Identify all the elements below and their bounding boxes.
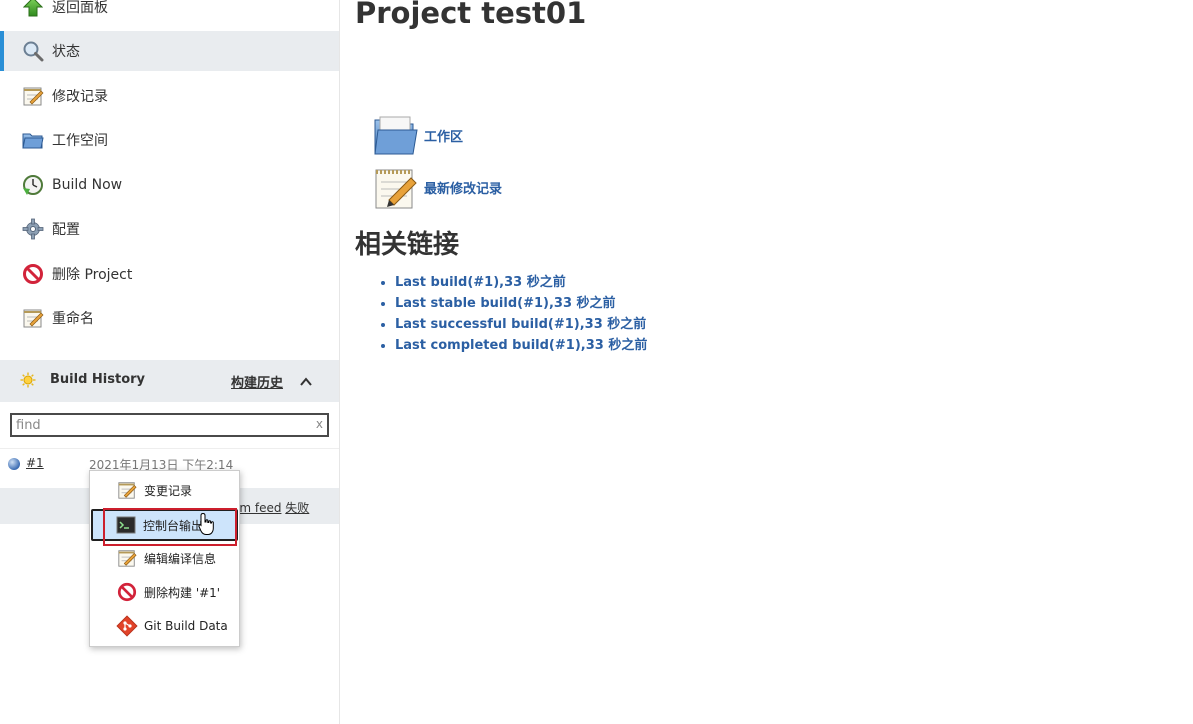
task-label: 修改记录 bbox=[52, 89, 108, 105]
no-entry-icon bbox=[116, 581, 138, 603]
task-workspace[interactable]: 工作空间 bbox=[0, 120, 339, 160]
menu-item-label: 变更记录 bbox=[144, 483, 193, 498]
task-label: 状态 bbox=[52, 44, 80, 60]
notepad-icon bbox=[20, 83, 46, 109]
clock-icon bbox=[20, 172, 46, 198]
menu-item-git-build-data[interactable]: Git Build Data bbox=[92, 611, 237, 641]
notepad-icon bbox=[20, 305, 46, 331]
list-item: Last stable build(#1),33 秒之前 bbox=[395, 293, 647, 314]
build-trend-link[interactable]: 构建历史 bbox=[231, 372, 283, 391]
menu-item-label: Git Build Data bbox=[144, 619, 228, 633]
permalink-last-stable-build[interactable]: Last stable build(#1),33 秒之前 bbox=[395, 296, 616, 311]
menu-item-changes[interactable]: 变更记录 bbox=[92, 475, 237, 505]
permalinks-list: Last build(#1),33 秒之前 Last stable build(… bbox=[377, 272, 647, 356]
task-delete-project[interactable]: 删除 Project bbox=[0, 254, 339, 294]
annotation-highlight-box bbox=[103, 508, 237, 546]
menu-item-edit-build-info[interactable]: 编辑编译信息 bbox=[92, 543, 237, 573]
chevron-up-icon[interactable] bbox=[299, 373, 313, 392]
task-label: 返回面板 bbox=[52, 0, 108, 16]
gear-icon bbox=[20, 216, 46, 242]
menu-item-label: 删除构建 '#1' bbox=[144, 585, 221, 600]
task-rename[interactable]: 重命名 bbox=[0, 298, 339, 338]
feed-links: om feed 失败 bbox=[232, 499, 309, 516]
recent-changes-link[interactable]: 最新修改记录 bbox=[373, 164, 502, 210]
build-search-input[interactable] bbox=[16, 417, 306, 433]
menu-item-label: 编辑编译信息 bbox=[144, 551, 217, 566]
workspace-link[interactable]: 工作区 bbox=[373, 112, 463, 158]
page-title: Project test01 bbox=[355, 0, 587, 30]
task-back-to-dashboard[interactable]: 返回面板 bbox=[0, 0, 339, 27]
notepad-icon bbox=[116, 547, 138, 569]
git-icon bbox=[116, 615, 138, 637]
task-build-now[interactable]: Build Now bbox=[0, 165, 339, 205]
build-number-link[interactable]: #1 bbox=[26, 456, 44, 470]
task-changes[interactable]: 修改记录 bbox=[0, 76, 339, 116]
folder-icon bbox=[373, 112, 419, 158]
permalink-last-build[interactable]: Last build(#1),33 秒之前 bbox=[395, 275, 566, 290]
task-configure[interactable]: 配置 bbox=[0, 209, 339, 249]
build-search-box: x bbox=[10, 413, 329, 437]
permalink-last-completed-build[interactable]: Last completed build(#1),33 秒之前 bbox=[395, 338, 647, 353]
link-label: 最新修改记录 bbox=[424, 181, 503, 197]
feed-failed-link[interactable]: 失败 bbox=[285, 501, 309, 515]
no-entry-icon bbox=[20, 261, 46, 287]
list-item: Last successful build(#1),33 秒之前 bbox=[395, 314, 647, 335]
task-label: 工作空间 bbox=[52, 133, 108, 149]
build-context-menu: 变更记录 控制台输出 编辑编译信息 删除构建 '#1' Git Build Da… bbox=[89, 470, 240, 647]
clear-search-icon[interactable]: x bbox=[316, 417, 323, 431]
link-label: 工作区 bbox=[424, 129, 464, 145]
task-label: 重命名 bbox=[52, 311, 94, 327]
permalinks-heading: 相关链接 bbox=[355, 230, 460, 260]
task-status[interactable]: 状态 bbox=[0, 31, 339, 71]
magnifier-icon bbox=[20, 38, 46, 64]
sun-icon bbox=[20, 372, 36, 392]
build-history-title: Build History bbox=[50, 372, 146, 387]
list-item: Last build(#1),33 秒之前 bbox=[395, 272, 647, 293]
permalink-last-successful-build[interactable]: Last successful build(#1),33 秒之前 bbox=[395, 317, 646, 332]
notepad-icon bbox=[373, 164, 419, 210]
menu-item-delete-build[interactable]: 删除构建 '#1' bbox=[92, 577, 237, 607]
list-item: Last completed build(#1),33 秒之前 bbox=[395, 335, 647, 356]
hand-cursor-icon bbox=[198, 512, 216, 540]
build-history-header: Build History 构建历史 bbox=[0, 360, 339, 402]
notepad-icon bbox=[116, 479, 138, 501]
up-arrow-icon bbox=[20, 0, 46, 20]
task-label: 删除 Project bbox=[52, 267, 133, 283]
build-status-ball-icon bbox=[8, 458, 20, 470]
folder-icon bbox=[20, 127, 46, 153]
task-label: 配置 bbox=[52, 222, 80, 238]
task-label: Build Now bbox=[52, 177, 123, 193]
